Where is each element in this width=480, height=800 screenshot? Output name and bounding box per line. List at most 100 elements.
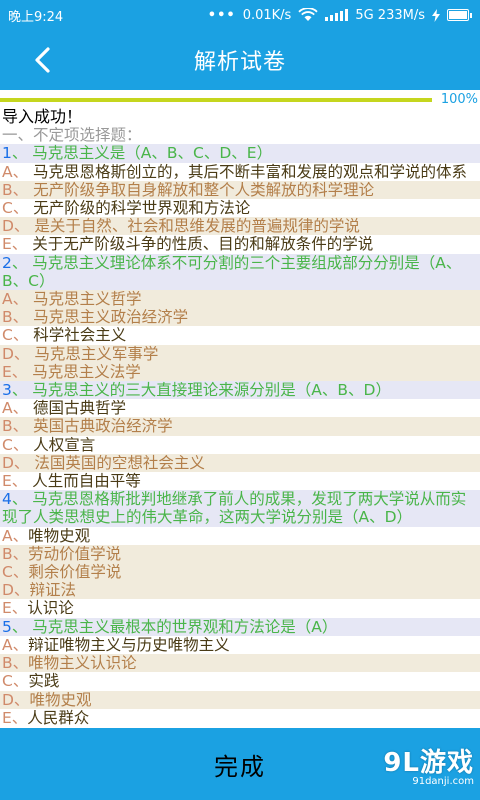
signal-icon [325, 9, 349, 21]
option-letter: E、 [2, 235, 28, 254]
question-text: 、 马克思恩格斯批判地继承了前人的成果，发现了两大学说从而实现了人类思想史上的伟… [2, 490, 467, 527]
option-text: 人生而自由平等 [27, 472, 141, 491]
question-list: 1、 马克思主义是（A、B、C、D、E） A、 马克思恩格斯创立的，其后不断丰富和… [0, 144, 480, 727]
progress-fill [0, 98, 432, 102]
option-item: B、 无产阶级争取自身解放和整个人类解放的科学理论 [0, 180, 480, 200]
option-item: E、 马克思主义法学 [0, 362, 480, 382]
option-item: C、 人权宣言 [0, 436, 480, 454]
option-letter: E、 [2, 708, 28, 727]
option-text: 实践 [28, 672, 60, 691]
option-letter: C、 [2, 435, 29, 454]
question-text: 、 马克思主义的三大直接理论来源分别是（A、B、D） [11, 381, 391, 400]
option-letter: D、 [2, 581, 30, 600]
option-letter: E、 [2, 472, 28, 491]
option-letter: A、 [2, 162, 29, 181]
option-letter: D、 [2, 217, 30, 236]
option-item: A、 德国古典哲学 [0, 399, 480, 417]
status-time: 晚上9:24 [8, 9, 64, 25]
status-indicators: ••• 0.01K/s 5G 233M/s [208, 8, 472, 23]
title-bar: 解析试卷 [0, 30, 480, 90]
option-item: B、 马克思主义政治经济学 [0, 308, 480, 327]
option-letter: E、 [2, 362, 28, 381]
question-number: 2 [2, 253, 12, 272]
option-letter: A、 [2, 290, 29, 309]
back-arrow-icon[interactable] [28, 44, 60, 76]
question-item: 4、 马克思恩格斯批判地继承了前人的成果，发现了两大学说从而实现了人类思想史上的… [0, 490, 480, 527]
option-letter: C、 [2, 326, 29, 345]
analysis-content[interactable]: 导入成功！ 一、不定项选择题： 1、 马克思主义是（A、B、C、D、E） A、 马… [0, 108, 480, 728]
option-text: 科学社会主义 [28, 326, 127, 345]
battery-icon [447, 9, 472, 21]
option-text: 辩证唯物主义与历史唯物主义 [28, 635, 230, 654]
option-text: 劳动价值学说 [28, 544, 122, 563]
question-item: 1、 马克思主义是（A、B、C、D、E） [0, 144, 480, 163]
option-item: D、 马克思主义军事学 [0, 344, 480, 363]
option-text: 马克思主义法学 [27, 362, 141, 381]
option-text: 人权宣言 [28, 435, 96, 454]
question-item: 3、 马克思主义的三大直接理论来源分别是（A、B、D） [0, 381, 480, 400]
status-bar: 晚上9:24 ••• 0.01K/s 5G 233M/s [0, 0, 480, 30]
option-letter: E、 [2, 599, 28, 618]
network-info: 5G 233M/s [355, 7, 425, 23]
question-item: 2、 马克思主义理论体系不可分割的三个主要组成部分分别是（A、B、C） [0, 253, 480, 291]
option-item: C、 无产阶级的科学世界观和方法论 [0, 199, 480, 217]
option-item: E、认识论 [0, 599, 480, 617]
option-item: D、辩证法 [0, 581, 480, 600]
option-item: C、实践 [0, 672, 480, 690]
question-item: 5、 马克思主义最根本的世界观和方法论是（A） [0, 617, 480, 636]
question-number: 3 [2, 381, 12, 400]
import-message: 导入成功！ [2, 108, 83, 126]
option-letter: A、 [2, 399, 29, 418]
option-text: 英国古典政治经济学 [28, 417, 173, 436]
option-item: A、 马克思主义哲学 [0, 290, 480, 309]
option-item: B、 英国古典政治经济学 [0, 417, 480, 436]
option-item: B、唯物主义认识论 [0, 654, 480, 673]
wifi-icon [298, 8, 318, 21]
option-letter: D、 [2, 690, 30, 709]
charging-icon [432, 8, 440, 22]
option-text: 是关于自然、社会和思维发展的普遍规律的学说 [29, 217, 360, 236]
watermark: 9L游戏 91danji.com [383, 742, 474, 787]
option-item: A、 马克思恩格斯创立的，其后不断丰富和发展的观点和学说的体系 [0, 163, 480, 181]
option-item: E、 人生而自由平等 [0, 472, 480, 490]
question-number: 4 [2, 490, 12, 509]
option-letter: D、 [2, 344, 30, 363]
page-title: 解析试卷 [193, 50, 286, 75]
option-item: C、 科学社会主义 [0, 326, 480, 344]
option-text: 人民群众 [27, 708, 90, 727]
option-letter: B、 [2, 180, 29, 199]
done-button[interactable]: 完成 [214, 747, 266, 782]
option-letter: C、 [2, 563, 29, 582]
option-text: 剩余价值学说 [28, 563, 122, 582]
option-item: D、 是关于自然、社会和思维发展的普遍规律的学说 [0, 217, 480, 236]
network-speed: 0.01K/s [242, 7, 292, 23]
option-text: 关于无产阶级斗争的性质、目的和解放条件的学说 [27, 235, 374, 254]
option-text: 马克思恩格斯创立的，其后不断丰富和发展的观点和学说的体系 [28, 162, 468, 181]
option-letter: B、 [2, 654, 29, 673]
option-item: E、人民群众 [0, 709, 480, 727]
option-text: 唯物史观 [28, 526, 91, 545]
option-text: 马克思主义军事学 [29, 344, 159, 363]
option-text: 唯物史观 [29, 690, 92, 709]
option-text: 马克思主义政治经济学 [28, 308, 189, 327]
option-letter: A、 [2, 526, 29, 545]
question-text: 、 马克思主义最根本的世界观和方法论是（A） [11, 617, 338, 636]
question-number: 5 [2, 617, 12, 636]
option-letter: B、 [2, 308, 29, 327]
option-text: 辩证法 [29, 581, 76, 600]
progress-track [0, 98, 432, 102]
option-item: D、 法国英国的空想社会主义 [0, 453, 480, 473]
option-item: D、唯物史观 [0, 690, 480, 709]
option-item: A、唯物史观 [0, 527, 480, 545]
option-text: 德国古典哲学 [28, 399, 127, 418]
option-text: 无产阶级的科学世界观和方法论 [28, 199, 251, 218]
option-item: A、辩证唯物主义与历史唯物主义 [0, 636, 480, 654]
notification-dots: ••• [207, 7, 236, 23]
option-letter: B、 [2, 417, 29, 436]
option-item: B、劳动价值学说 [0, 544, 480, 564]
option-text: 唯物主义认识论 [28, 654, 137, 673]
progress-label: 100% [440, 92, 478, 107]
option-letter: A、 [2, 635, 29, 654]
watermark-brand: 9L游戏 [383, 748, 474, 778]
option-text: 法国英国的空想社会主义 [29, 453, 205, 472]
